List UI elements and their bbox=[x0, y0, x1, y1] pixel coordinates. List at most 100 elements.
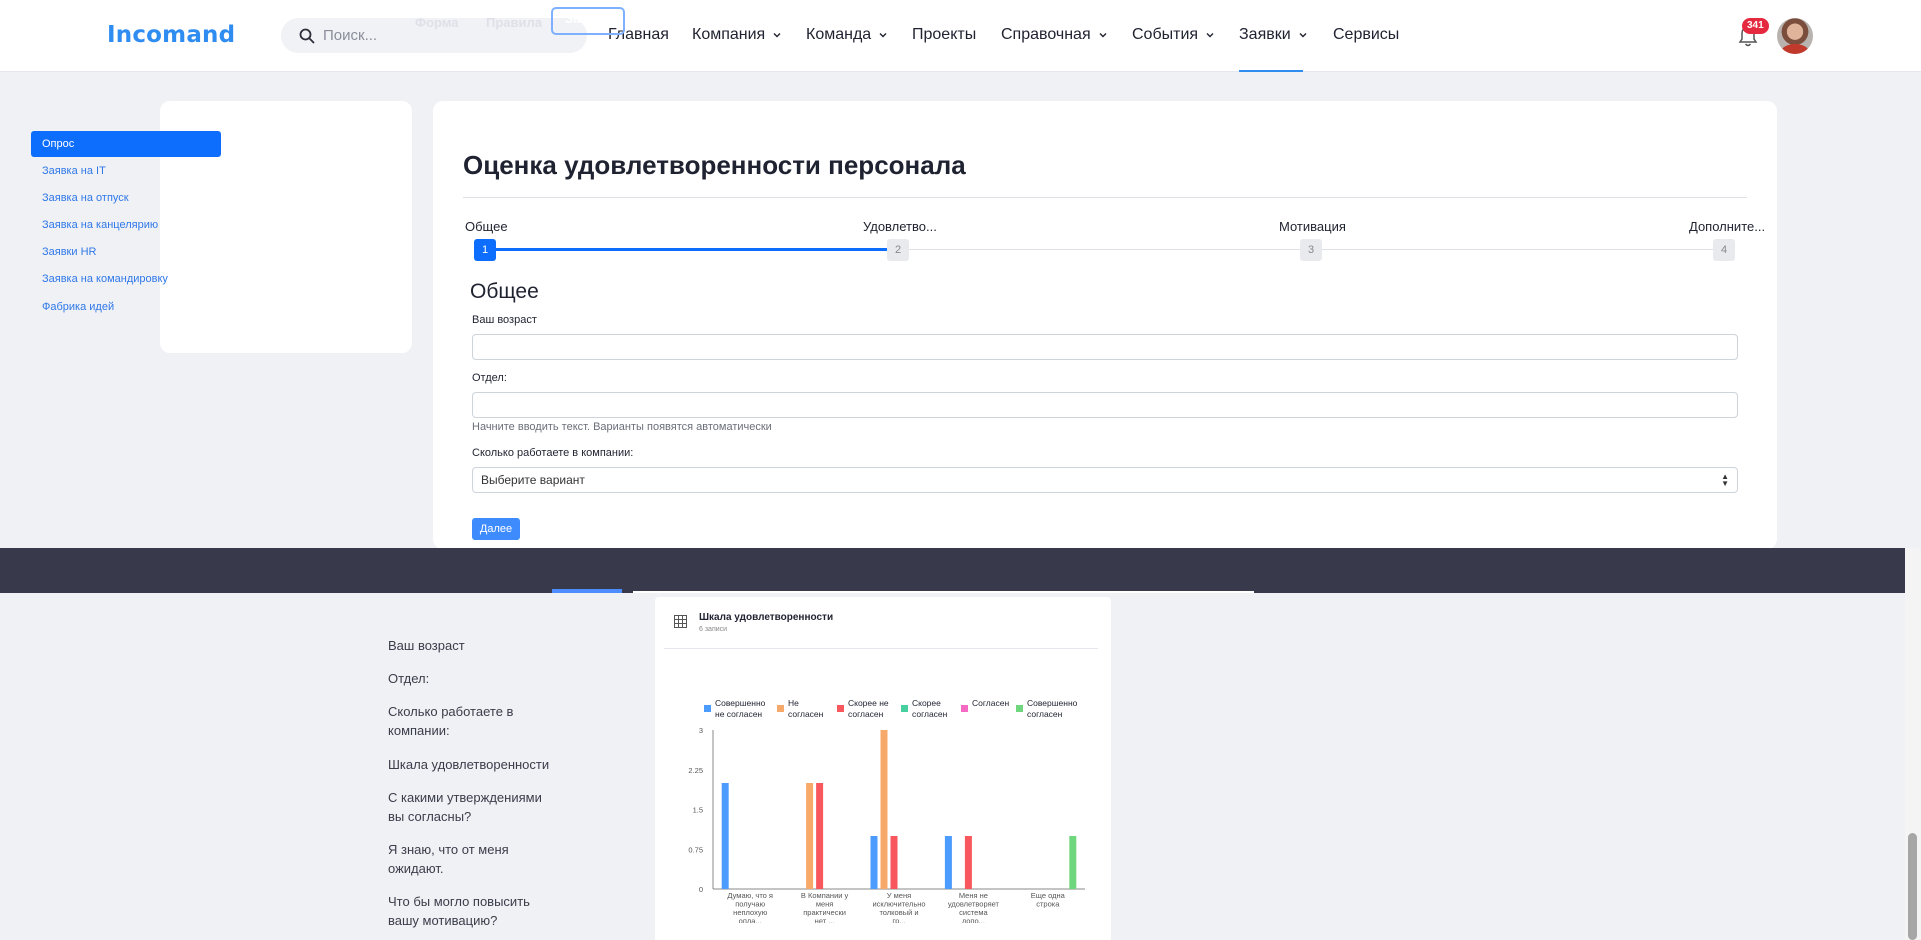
record-field-label[interactable]: Что бы могло повысить вашу мотивацию? bbox=[388, 892, 558, 930]
section-title: Общее bbox=[470, 280, 539, 303]
age-field[interactable] bbox=[472, 334, 1738, 360]
scrollbar-thumb[interactable] bbox=[1908, 833, 1917, 940]
y-tick-label: 0.75 bbox=[688, 845, 703, 854]
top-navbar: Incomand Главная Компания Команда Проект… bbox=[0, 0, 1921, 72]
nav-item-projects[interactable]: Проекты bbox=[912, 26, 976, 44]
chart-record-count: 6 записи bbox=[699, 626, 728, 633]
notification-badge: 341 bbox=[1742, 18, 1769, 34]
legend-swatch bbox=[837, 705, 844, 712]
sidebar-item-stationery-request[interactable]: Заявка на канцелярию bbox=[31, 212, 221, 238]
chevron-down-icon bbox=[773, 33, 781, 38]
step-label-additional[interactable]: Дополните... bbox=[1689, 219, 1765, 234]
chevron-down-icon bbox=[879, 33, 887, 38]
nav-item-team[interactable]: Команда bbox=[806, 26, 888, 44]
tab-records[interactable]: Записи bbox=[551, 7, 626, 35]
chart-title: Шкала удовлетворенности bbox=[699, 612, 834, 623]
chart-bar bbox=[890, 836, 898, 889]
tenure-select-value: Выберите вариант bbox=[481, 473, 585, 487]
legend-label: Скорее не согласен bbox=[848, 698, 889, 719]
legend-swatch bbox=[961, 705, 968, 712]
sidebar-item-hr-requests[interactable]: Заявки HR bbox=[31, 239, 221, 265]
nav-item-label: Сервисы bbox=[1333, 26, 1400, 43]
chevron-down-icon bbox=[1299, 33, 1307, 38]
sidebar-item-vacation-request[interactable]: Заявка на отпуск bbox=[31, 185, 221, 211]
nav-item-label: Заявки bbox=[1239, 26, 1291, 43]
y-tick-label: 0 bbox=[699, 885, 703, 894]
legend-label: Скорее согласен bbox=[912, 698, 948, 719]
record-field-label[interactable]: Отдел: bbox=[388, 669, 558, 688]
legend-label: Не согласен bbox=[788, 698, 824, 719]
x-tick-label-line: гр... bbox=[892, 917, 905, 924]
nav-item-label: События bbox=[1132, 26, 1199, 43]
department-hint: Начните вводить текст. Варианты появятся… bbox=[472, 421, 772, 433]
nav-item-label: Проекты bbox=[912, 26, 977, 43]
tab-rules[interactable]: Правила bbox=[486, 11, 542, 35]
tenure-select[interactable]: Выберите вариант ▲ ▼ bbox=[472, 467, 1738, 493]
chart-bar bbox=[721, 783, 729, 889]
record-field-label[interactable]: Сколько работаете в компании: bbox=[388, 702, 558, 740]
bar-chart: 0 0.75 1.5 2.25 3 Думаю, что я получаю неплохую… bbox=[688, 726, 1085, 924]
step-number-1[interactable]: 1 bbox=[474, 239, 496, 261]
title-divider bbox=[463, 197, 1747, 198]
record-field-label[interactable]: Я знаю, что от меня ожидают. bbox=[388, 840, 558, 878]
legend-item[interactable]: Не согласен bbox=[777, 698, 829, 720]
nav-item-company[interactable]: Компания bbox=[692, 26, 782, 44]
logo[interactable]: Incomand bbox=[107, 22, 235, 48]
y-tick-label: 3 bbox=[699, 726, 703, 735]
sidebar-item-survey[interactable]: Опрос bbox=[31, 131, 221, 157]
legend-item[interactable]: Совершенно согласен bbox=[1016, 698, 1086, 720]
step-label-satisfaction[interactable]: Удовлетво... bbox=[863, 219, 937, 234]
nav-item-reference[interactable]: Справочная bbox=[1001, 26, 1108, 44]
record-field-label[interactable]: Шкала удовлетворенности bbox=[388, 755, 558, 774]
record-field-label[interactable]: С какими утверждениями вы согласны? bbox=[388, 788, 558, 826]
tab-form[interactable]: Форма bbox=[415, 11, 458, 35]
avatar[interactable] bbox=[1777, 18, 1813, 54]
chart-bar bbox=[816, 783, 824, 889]
records-tab-bar bbox=[0, 548, 1905, 593]
x-tick-label-line: допо... bbox=[962, 917, 985, 924]
active-tab-underline bbox=[552, 589, 622, 593]
x-tick-label-line: строка bbox=[1036, 900, 1060, 909]
x-tick-label: В Компании у меня практически нет ... bbox=[801, 891, 849, 923]
step-label-general[interactable]: Общее bbox=[465, 219, 508, 234]
nav-item-label: Команда bbox=[806, 26, 872, 43]
active-nav-underline bbox=[1239, 70, 1303, 72]
age-label: Ваш возраст bbox=[472, 314, 537, 326]
department-field[interactable] bbox=[472, 392, 1738, 418]
chart-bar bbox=[944, 836, 952, 889]
step-label-motivation[interactable]: Мотивация bbox=[1279, 219, 1346, 234]
legend-label: Совершенно не согласен bbox=[715, 698, 766, 719]
legend-swatch bbox=[777, 705, 784, 712]
nav-item-label: Компания bbox=[692, 26, 766, 43]
nav-item-events[interactable]: События bbox=[1132, 26, 1215, 44]
tab-divider-line bbox=[633, 591, 1254, 593]
select-arrows-icon: ▲ ▼ bbox=[1721, 472, 1729, 488]
chart-bar bbox=[1069, 836, 1077, 889]
chart-bar bbox=[880, 730, 888, 889]
step-number-3[interactable]: 3 bbox=[1300, 239, 1322, 261]
chart-bar bbox=[870, 836, 878, 889]
sidebar-item-business-trip[interactable]: Заявка на командировку bbox=[31, 266, 221, 292]
x-tick-label: Еще одна строка bbox=[1031, 891, 1066, 909]
sidebar-item-it-request[interactable]: Заявка на IT bbox=[31, 158, 221, 184]
chart-divider bbox=[664, 648, 1098, 649]
legend-item[interactable]: Совершенно не согласен bbox=[704, 698, 770, 720]
nav-item-requests[interactable]: Заявки bbox=[1239, 26, 1308, 44]
x-tick-label-line: опла... bbox=[739, 917, 762, 924]
x-tick-label: Думаю, что я получаю неплохую опла... bbox=[727, 891, 773, 923]
legend-swatch bbox=[1016, 705, 1023, 712]
next-button[interactable]: Далее bbox=[472, 518, 520, 540]
nav-item-label: Справочная bbox=[1001, 26, 1091, 43]
legend-item[interactable]: Скорее согласен bbox=[901, 698, 957, 720]
chevron-down-icon bbox=[1206, 33, 1214, 38]
legend-item[interactable]: Скорее не согласен bbox=[837, 698, 897, 720]
chart-bar bbox=[964, 836, 972, 889]
step-number-2[interactable]: 2 bbox=[887, 239, 909, 261]
step-number-4[interactable]: 4 bbox=[1713, 239, 1735, 261]
nav-item-services[interactable]: Сервисы bbox=[1333, 26, 1399, 44]
legend-item[interactable]: Согласен bbox=[961, 698, 1011, 712]
record-field-label[interactable]: Ваш возраст bbox=[388, 636, 558, 655]
legend-label: Согласен bbox=[972, 698, 1010, 708]
search-icon bbox=[299, 28, 315, 43]
sidebar-item-idea-factory[interactable]: Фабрика идей bbox=[31, 294, 221, 320]
